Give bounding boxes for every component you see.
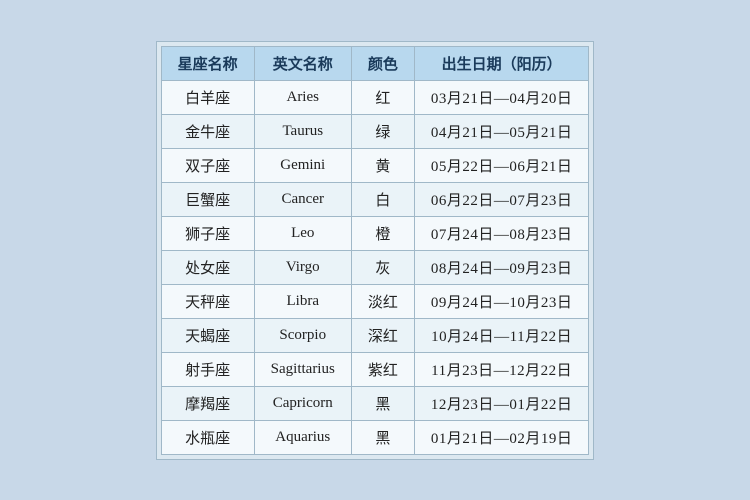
table-row: 巨蟹座Cancer白06月22日—07月23日 bbox=[161, 182, 589, 216]
cell-english-name: Libra bbox=[254, 284, 351, 318]
cell-english-name: Gemini bbox=[254, 148, 351, 182]
table-row: 金牛座Taurus绿04月21日—05月21日 bbox=[161, 114, 589, 148]
cell-chinese-name: 天秤座 bbox=[161, 284, 254, 318]
table-row: 处女座Virgo灰08月24日—09月23日 bbox=[161, 250, 589, 284]
table-row: 狮子座Leo橙07月24日—08月23日 bbox=[161, 216, 589, 250]
table-row: 水瓶座Aquarius黑01月21日—02月19日 bbox=[161, 420, 589, 454]
cell-chinese-name: 水瓶座 bbox=[161, 420, 254, 454]
cell-date: 05月22日—06月21日 bbox=[414, 148, 589, 182]
table-row: 白羊座Aries红03月21日—04月20日 bbox=[161, 80, 589, 114]
cell-english-name: Scorpio bbox=[254, 318, 351, 352]
cell-color: 灰 bbox=[351, 250, 414, 284]
cell-date: 09月24日—10月23日 bbox=[414, 284, 589, 318]
cell-chinese-name: 白羊座 bbox=[161, 80, 254, 114]
cell-english-name: Capricorn bbox=[254, 386, 351, 420]
header-color: 颜色 bbox=[351, 46, 414, 80]
cell-color: 白 bbox=[351, 182, 414, 216]
cell-english-name: Virgo bbox=[254, 250, 351, 284]
cell-date: 08月24日—09月23日 bbox=[414, 250, 589, 284]
cell-color: 绿 bbox=[351, 114, 414, 148]
table-row: 射手座Sagittarius紫红11月23日—12月22日 bbox=[161, 352, 589, 386]
cell-date: 01月21日—02月19日 bbox=[414, 420, 589, 454]
cell-chinese-name: 处女座 bbox=[161, 250, 254, 284]
table-row: 天秤座Libra淡红09月24日—10月23日 bbox=[161, 284, 589, 318]
cell-date: 03月21日—04月20日 bbox=[414, 80, 589, 114]
cell-english-name: Sagittarius bbox=[254, 352, 351, 386]
cell-english-name: Aries bbox=[254, 80, 351, 114]
cell-date: 06月22日—07月23日 bbox=[414, 182, 589, 216]
zodiac-table: 星座名称 英文名称 颜色 出生日期（阳历） 白羊座Aries红03月21日—04… bbox=[161, 46, 590, 455]
table-body: 白羊座Aries红03月21日—04月20日金牛座Taurus绿04月21日—0… bbox=[161, 80, 589, 454]
cell-english-name: Leo bbox=[254, 216, 351, 250]
header-english-name: 英文名称 bbox=[254, 46, 351, 80]
table-header-row: 星座名称 英文名称 颜色 出生日期（阳历） bbox=[161, 46, 589, 80]
cell-english-name: Cancer bbox=[254, 182, 351, 216]
cell-date: 12月23日—01月22日 bbox=[414, 386, 589, 420]
cell-color: 紫红 bbox=[351, 352, 414, 386]
cell-chinese-name: 天蝎座 bbox=[161, 318, 254, 352]
cell-color: 橙 bbox=[351, 216, 414, 250]
table-row: 摩羯座Capricorn黑12月23日—01月22日 bbox=[161, 386, 589, 420]
cell-date: 07月24日—08月23日 bbox=[414, 216, 589, 250]
cell-chinese-name: 摩羯座 bbox=[161, 386, 254, 420]
cell-color: 黑 bbox=[351, 420, 414, 454]
cell-chinese-name: 射手座 bbox=[161, 352, 254, 386]
cell-date: 04月21日—05月21日 bbox=[414, 114, 589, 148]
cell-english-name: Aquarius bbox=[254, 420, 351, 454]
cell-chinese-name: 金牛座 bbox=[161, 114, 254, 148]
cell-color: 黄 bbox=[351, 148, 414, 182]
header-chinese-name: 星座名称 bbox=[161, 46, 254, 80]
cell-color: 黑 bbox=[351, 386, 414, 420]
cell-date: 11月23日—12月22日 bbox=[414, 352, 589, 386]
table-row: 天蝎座Scorpio深红10月24日—11月22日 bbox=[161, 318, 589, 352]
cell-english-name: Taurus bbox=[254, 114, 351, 148]
header-date: 出生日期（阳历） bbox=[414, 46, 589, 80]
cell-color: 红 bbox=[351, 80, 414, 114]
table-row: 双子座Gemini黄05月22日—06月21日 bbox=[161, 148, 589, 182]
cell-chinese-name: 双子座 bbox=[161, 148, 254, 182]
cell-color: 淡红 bbox=[351, 284, 414, 318]
cell-date: 10月24日—11月22日 bbox=[414, 318, 589, 352]
cell-chinese-name: 狮子座 bbox=[161, 216, 254, 250]
zodiac-table-container: 星座名称 英文名称 颜色 出生日期（阳历） 白羊座Aries红03月21日—04… bbox=[156, 41, 595, 460]
cell-color: 深红 bbox=[351, 318, 414, 352]
cell-chinese-name: 巨蟹座 bbox=[161, 182, 254, 216]
